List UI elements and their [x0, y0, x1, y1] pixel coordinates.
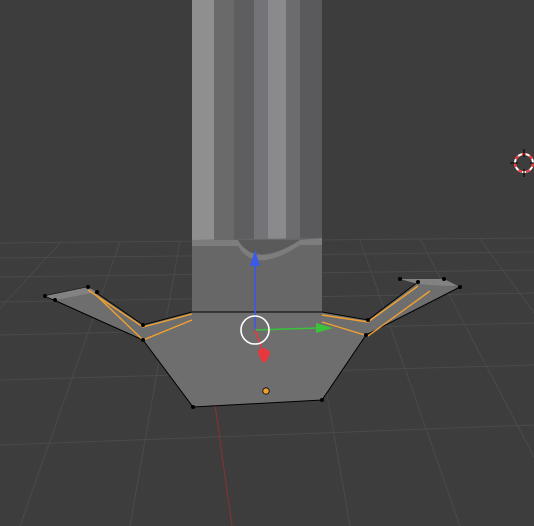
blade-base-block	[192, 238, 322, 322]
3d-cursor-icon[interactable]	[510, 149, 534, 177]
sword-blade	[192, 0, 322, 240]
x-axis-guide	[214, 404, 233, 526]
3d-viewport[interactable]	[0, 0, 534, 526]
object-origin-icon[interactable]	[262, 387, 270, 395]
